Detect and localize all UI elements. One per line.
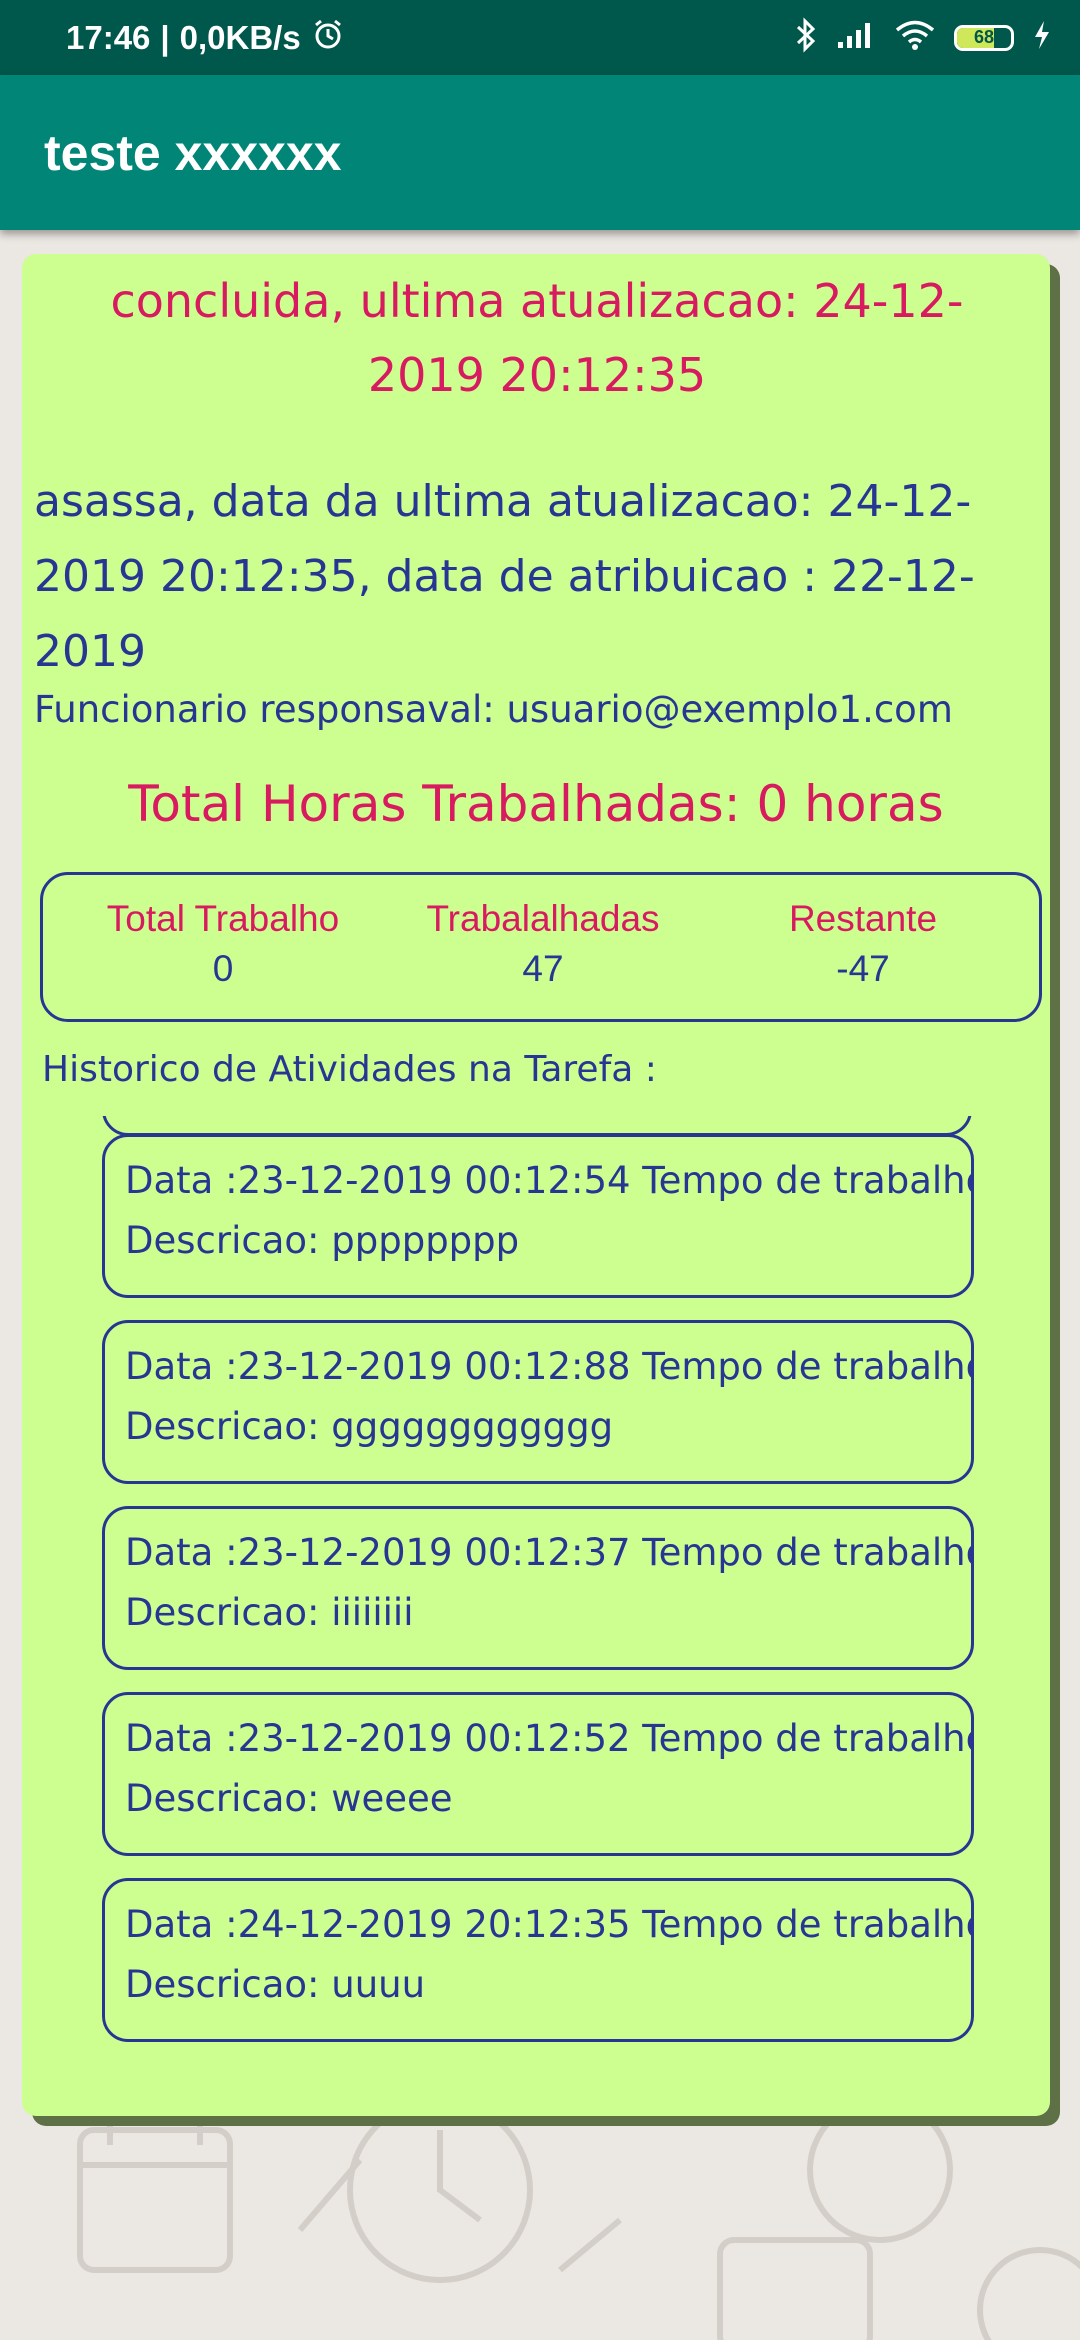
entry-description: Descricao: iiiiiiii <box>125 1591 414 1634</box>
wifi-icon <box>894 19 936 56</box>
history-entry[interactable]: Data :23-12-2019 00:12:54 Tempo de traba… <box>102 1134 974 1298</box>
entry-description: Descricao: weeee <box>125 1777 453 1820</box>
history-entry[interactable]: Data :23-12-2019 00:12:88 Tempo de traba… <box>102 1320 974 1484</box>
task-card: concluida, ultima atualizacao: 24-12-201… <box>22 254 1050 2116</box>
history-entry[interactable]: Data :23-12-2019 00:12:37 Tempo de traba… <box>102 1506 974 1670</box>
status-bar: 17:46 | 0,0KB/s 68 <box>0 0 1080 75</box>
activity-history-list[interactable]: Data :23-12-2019 00:12:54 Tempo de traba… <box>102 1116 974 2102</box>
app-title: teste xxxxxx <box>44 124 342 181</box>
signal-icon <box>836 20 876 55</box>
history-label: Historico de Atividades na Tarefa : <box>42 1049 657 1090</box>
status-separator: | <box>160 18 170 56</box>
entry-date-time: Data :23-12-2019 00:12:37 Tempo de traba… <box>125 1531 974 1574</box>
status-right: 68 <box>794 0 1052 75</box>
entry-description: Descricao: uuuu <box>125 1963 426 2006</box>
summary-remaining: Restante -47 <box>703 895 1023 995</box>
history-entry-partial[interactable] <box>102 1116 972 1136</box>
entry-date-time: Data :23-12-2019 00:12:88 Tempo de traba… <box>125 1345 974 1388</box>
entry-description: Descricao: pppppppp <box>125 1219 520 1262</box>
battery-level: 68 <box>973 27 995 48</box>
charging-icon <box>1032 19 1052 56</box>
app-bar: teste xxxxxx <box>0 75 1080 230</box>
entry-date-time: Data :24-12-2019 20:12:35 Tempo de traba… <box>125 1903 974 1946</box>
status-time: 17:46 <box>66 18 151 56</box>
history-entry[interactable]: Data :23-12-2019 00:12:52 Tempo de traba… <box>102 1692 974 1856</box>
summary-label: Trabalalhadas <box>426 898 660 939</box>
summary-value: -47 <box>836 948 890 989</box>
total-hours: Total Horas Trabalhadas: 0 horas <box>128 775 944 833</box>
responsible-employee: Funcionario responsaval: usuario@exemplo… <box>34 688 953 731</box>
bluetooth-icon <box>794 17 818 58</box>
alarm-icon <box>311 17 345 59</box>
summary-worked: Trabalalhadas 47 <box>383 895 703 995</box>
entry-date-time: Data :23-12-2019 00:12:54 Tempo de traba… <box>125 1159 974 1202</box>
entry-date-time: Data :23-12-2019 00:12:52 Tempo de traba… <box>125 1717 974 1760</box>
summary-value: 47 <box>522 948 564 989</box>
status-left: 17:46 | 0,0KB/s <box>66 0 345 75</box>
history-entry[interactable]: Data :24-12-2019 20:12:35 Tempo de traba… <box>102 1878 974 2042</box>
summary-label: Total Trabalho <box>106 898 340 939</box>
summary-total-work: Total Trabalho 0 <box>63 895 383 995</box>
task-status-line: concluida, ultima atualizacao: 24-12-201… <box>110 274 964 402</box>
battery-icon: 68 <box>954 24 1014 51</box>
summary-value: 0 <box>212 948 234 989</box>
summary-label: Restante <box>788 898 938 939</box>
work-summary-box: Total Trabalho 0 Trabalalhadas 47 Restan… <box>40 872 1042 1022</box>
task-info: asassa, data da ultima atualizacao: 24-1… <box>34 476 975 677</box>
entry-description: Descricao: gggggggggggg <box>125 1405 614 1448</box>
network-speed: 0,0KB/s <box>179 18 301 56</box>
